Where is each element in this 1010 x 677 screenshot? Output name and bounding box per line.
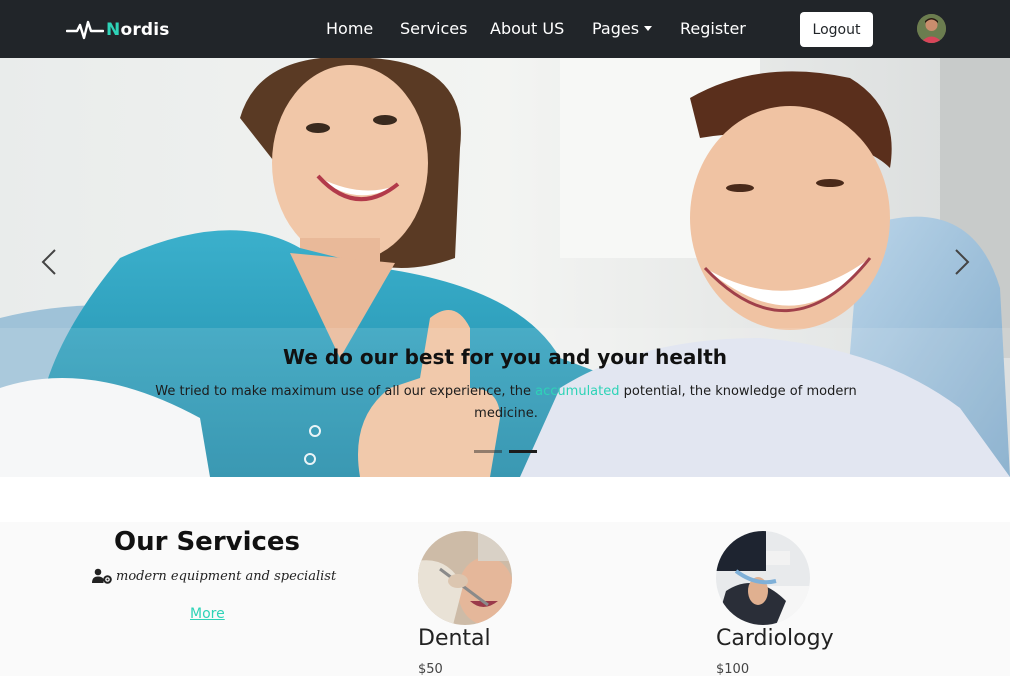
nav-about-us[interactable]: About US bbox=[490, 19, 564, 38]
nav-pages-label: Pages bbox=[592, 19, 640, 38]
carousel-indicator-2[interactable] bbox=[509, 450, 537, 453]
brand-logo[interactable]: Nordis bbox=[66, 18, 170, 42]
services-subtitle: modern equipment and specialist bbox=[92, 568, 336, 584]
cardiology-photo bbox=[716, 531, 810, 625]
carousel-indicator-1[interactable] bbox=[474, 450, 502, 453]
service-price-cardiology: $100 bbox=[716, 662, 750, 677]
service-price-dental: $50 bbox=[418, 662, 443, 677]
nav-home[interactable]: Home bbox=[326, 19, 373, 38]
hero-carousel: We do our best for you and your health W… bbox=[0, 58, 1010, 477]
avatar[interactable] bbox=[917, 14, 946, 43]
avatar-image bbox=[917, 14, 946, 43]
brand-name: Nordis bbox=[106, 20, 170, 40]
caret-down-icon bbox=[644, 26, 653, 31]
nav-services[interactable]: Services bbox=[400, 19, 467, 38]
carousel-caption-text: We tried to make maximum use of all our … bbox=[155, 384, 857, 421]
logout-button[interactable]: Logout bbox=[800, 12, 873, 47]
user-gear-icon bbox=[92, 568, 112, 584]
more-link[interactable]: More bbox=[190, 606, 225, 622]
service-name-cardiology: Cardiology bbox=[716, 626, 834, 651]
cardiology-image[interactable] bbox=[716, 531, 810, 625]
service-name-dental: Dental bbox=[418, 626, 491, 651]
carousel-prev-button[interactable] bbox=[33, 244, 69, 280]
services-title: Our Services bbox=[113, 527, 301, 557]
carousel-caption-title: We do our best for you and your health bbox=[282, 345, 728, 369]
navbar: Nordis Home Services About US Pages Regi… bbox=[0, 0, 1010, 58]
services-subtitle-text: modern equipment and specialist bbox=[116, 568, 337, 584]
heartbeat-icon bbox=[66, 20, 104, 40]
dental-photo bbox=[418, 531, 512, 625]
dental-image[interactable] bbox=[418, 531, 512, 625]
carousel-next-button[interactable] bbox=[942, 244, 978, 280]
chevron-right-icon bbox=[955, 249, 970, 275]
chevron-left-icon bbox=[41, 249, 56, 275]
nav-pages-dropdown[interactable]: Pages bbox=[592, 19, 653, 38]
nav-register[interactable]: Register bbox=[680, 19, 746, 38]
